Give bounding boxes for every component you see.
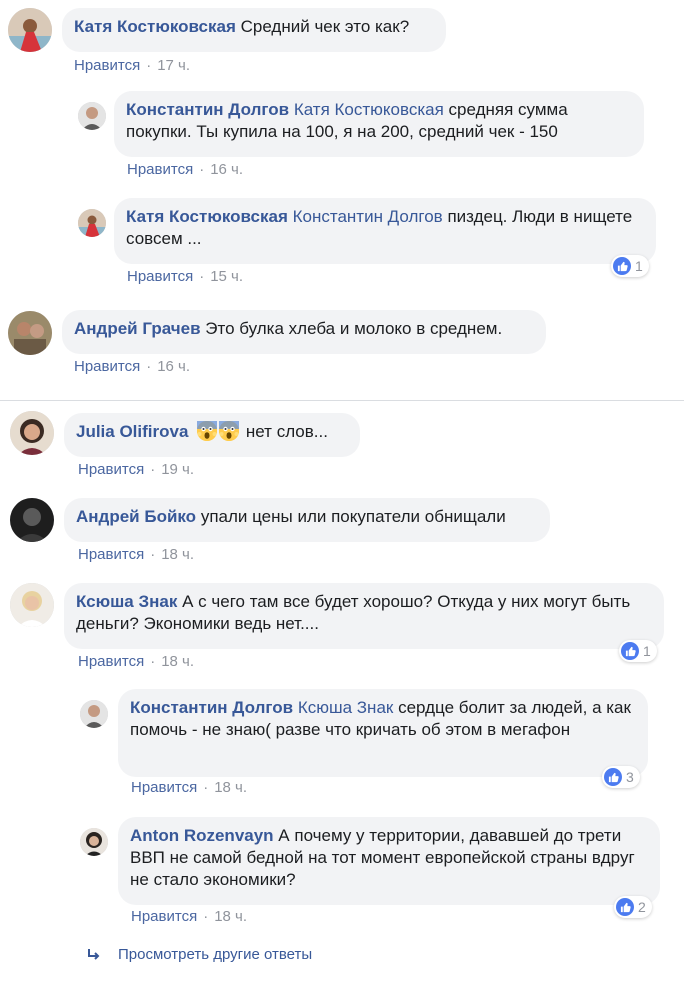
separator: ·: [146, 57, 152, 74]
comment-text: Средний чек это как?: [240, 17, 410, 36]
comment-author[interactable]: Андрей Грачев: [74, 319, 201, 338]
comment-author[interactable]: Ксюша Знак: [76, 592, 177, 611]
comment-author[interactable]: Anton Rozenvayn: [130, 826, 274, 845]
avatar[interactable]: [78, 209, 106, 237]
comment-author[interactable]: Julia Olifirova: [76, 422, 188, 441]
comment-actions: Нравится · 17 ч.: [74, 57, 190, 75]
avatar[interactable]: [78, 102, 106, 130]
comment-time[interactable]: 18 ч.: [161, 546, 194, 563]
comment-text: Это булка хлеба и молоко в среднем.: [205, 319, 503, 338]
separator: ·: [203, 779, 209, 796]
comment-time[interactable]: 18 ч.: [214, 908, 247, 925]
reply-bubble: Константин Долгов Ксюша Знак сердце боли…: [118, 689, 648, 777]
comment-time[interactable]: 18 ч.: [161, 653, 194, 670]
reply-bubble: Катя Костюковская Константин Долгов пизд…: [114, 198, 656, 264]
like-button[interactable]: Нравится: [127, 268, 193, 285]
screaming-face-emoji: [219, 421, 240, 441]
comment-author[interactable]: Катя Костюковская: [126, 207, 288, 226]
comment-author[interactable]: Константин Долгов: [126, 100, 289, 119]
comment-actions: Нравится · 16 ч.: [74, 358, 190, 376]
comment-actions: Нравится · 16 ч.: [127, 161, 243, 179]
like-button[interactable]: Нравится: [127, 161, 193, 178]
avatar[interactable]: [10, 583, 54, 627]
avatar[interactable]: [80, 700, 108, 728]
section-divider: [0, 400, 684, 401]
like-button[interactable]: Нравится: [78, 546, 144, 563]
like-button[interactable]: Нравится: [74, 358, 140, 375]
separator: ·: [199, 161, 205, 178]
avatar[interactable]: [10, 411, 54, 455]
reaction-count[interactable]: 2: [614, 896, 652, 918]
comment-actions: Нравится · 15 ч.: [127, 268, 243, 286]
comment-text: нет слов...: [245, 422, 328, 441]
reply-bubble: Anton Rozenvayn А почему у территории, д…: [118, 817, 660, 905]
mention-link[interactable]: Катя Костюковская: [294, 100, 444, 119]
view-more-replies-link[interactable]: Просмотреть другие ответы: [86, 946, 312, 963]
reply-arrow-icon: [88, 948, 100, 960]
comment-author[interactable]: Катя Костюковская: [74, 17, 236, 36]
comment-actions: Нравится · 18 ч.: [78, 653, 194, 671]
screaming-face-emoji: [197, 421, 218, 441]
comment-actions: Нравится · 19 ч.: [78, 461, 194, 479]
comment-time[interactable]: 17 ч.: [157, 57, 190, 74]
comment-time[interactable]: 16 ч.: [157, 358, 190, 375]
separator: ·: [199, 268, 205, 285]
comment-time[interactable]: 18 ч.: [214, 779, 247, 796]
comment-actions: Нравится · 18 ч.: [131, 779, 247, 797]
comment-bubble: Катя Костюковская Средний чек это как?: [62, 8, 446, 52]
comment-bubble: Julia Olifirova нет слов...: [64, 413, 360, 457]
like-button[interactable]: Нравится: [78, 461, 144, 478]
comment-time[interactable]: 19 ч.: [161, 461, 194, 478]
reaction-count[interactable]: 1: [619, 640, 657, 662]
comment-actions: Нравится · 18 ч.: [131, 908, 247, 926]
thumbs-up-icon: [613, 257, 631, 275]
like-button[interactable]: Нравится: [78, 653, 144, 670]
comment-time[interactable]: 16 ч.: [210, 161, 243, 178]
like-button[interactable]: Нравится: [131, 779, 197, 796]
reaction-count[interactable]: 1: [611, 255, 649, 277]
comment-bubble: Андрей Бойко упали цены или покупатели о…: [64, 498, 550, 542]
reaction-number: 2: [638, 899, 646, 915]
comment-author[interactable]: Андрей Бойко: [76, 507, 196, 526]
avatar[interactable]: [80, 828, 108, 856]
thumbs-up-icon: [604, 768, 622, 786]
avatar[interactable]: [10, 498, 54, 542]
comment-bubble: Ксюша Знак А с чего там все будет хорошо…: [64, 583, 664, 649]
separator: ·: [146, 358, 152, 375]
separator: ·: [150, 546, 156, 563]
thumbs-up-icon: [621, 642, 639, 660]
separator: ·: [150, 461, 156, 478]
reaction-count[interactable]: 3: [602, 766, 640, 788]
mention-link[interactable]: Константин Долгов: [293, 207, 443, 226]
comment-actions: Нравится · 18 ч.: [78, 546, 194, 564]
avatar[interactable]: [8, 311, 52, 355]
separator: ·: [203, 908, 209, 925]
reaction-number: 3: [626, 769, 634, 785]
comment-time[interactable]: 15 ч.: [210, 268, 243, 285]
reply-bubble: Константин Долгов Катя Костюковская сред…: [114, 91, 644, 157]
reaction-number: 1: [635, 258, 643, 274]
comment-author[interactable]: Константин Долгов: [130, 698, 293, 717]
like-button[interactable]: Нравится: [131, 908, 197, 925]
reaction-number: 1: [643, 643, 651, 659]
separator: ·: [150, 653, 156, 670]
mention-link[interactable]: Ксюша Знак: [298, 698, 394, 717]
comment-text: упали цены или покупатели обнищали: [200, 507, 506, 526]
thumbs-up-icon: [616, 898, 634, 916]
comment-bubble: Андрей Грачев Это булка хлеба и молоко в…: [62, 310, 546, 354]
view-more-replies-label: Просмотреть другие ответы: [118, 946, 313, 963]
like-button[interactable]: Нравится: [74, 57, 140, 74]
avatar[interactable]: [8, 8, 52, 52]
